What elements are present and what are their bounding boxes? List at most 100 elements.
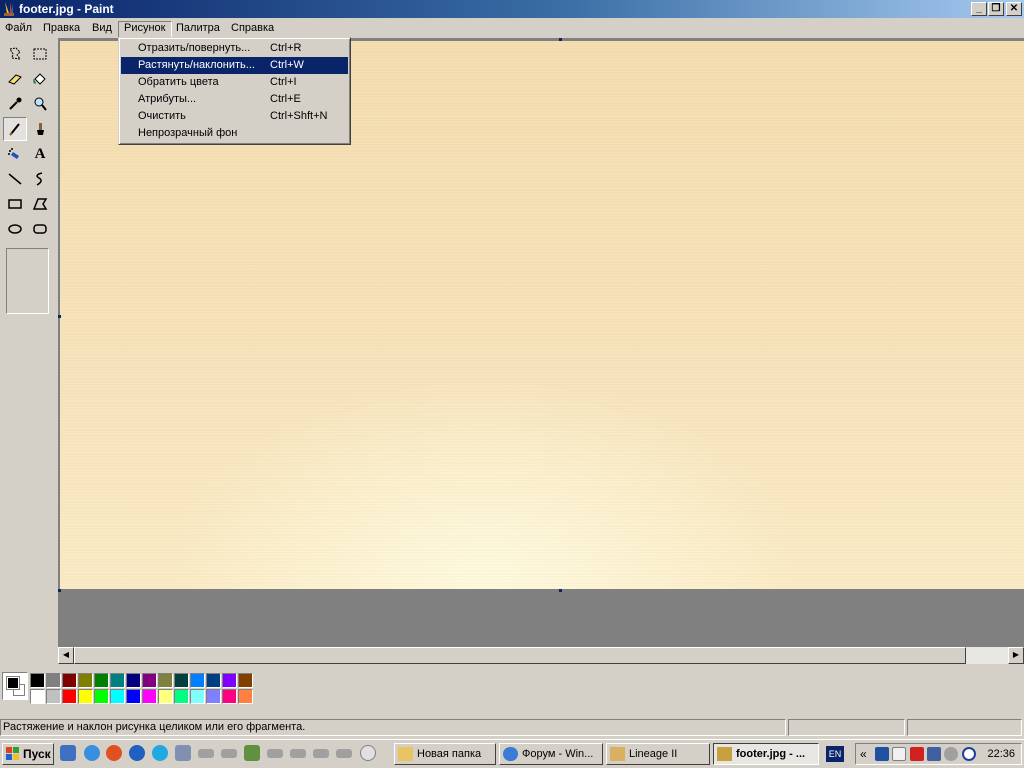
- scroll-left-button[interactable]: ◀: [58, 647, 74, 664]
- free-select-tool[interactable]: [3, 42, 27, 66]
- quicklaunch-desktop-icon[interactable]: [60, 745, 76, 761]
- text-tool[interactable]: A: [28, 142, 52, 166]
- quicklaunch-media-icon[interactable]: [129, 745, 145, 761]
- menu-palette[interactable]: Палитра: [171, 21, 225, 38]
- palette-swatch[interactable]: [46, 673, 61, 688]
- menu-image[interactable]: Рисунок: [118, 21, 172, 38]
- quicklaunch-drive-icon[interactable]: [221, 749, 237, 758]
- palette-swatch[interactable]: [238, 689, 253, 704]
- palette-swatch[interactable]: [94, 689, 109, 704]
- task-new-folder[interactable]: Новая папка: [394, 743, 496, 765]
- palette-swatch[interactable]: [158, 689, 173, 704]
- palette-swatch[interactable]: [126, 689, 141, 704]
- quicklaunch-drive-icon[interactable]: [267, 749, 283, 758]
- tray-antivirus-icon[interactable]: [910, 747, 924, 761]
- tray-shield-icon[interactable]: [875, 747, 889, 761]
- foreground-color-swatch: [6, 676, 20, 690]
- curve-tool[interactable]: [28, 167, 52, 191]
- palette-swatch[interactable]: [142, 673, 157, 688]
- tray-flag-icon[interactable]: [892, 747, 906, 761]
- palette-swatch[interactable]: [62, 689, 77, 704]
- task-lineage[interactable]: Lineage II: [606, 743, 710, 765]
- scroll-right-button[interactable]: ▶: [1008, 647, 1024, 664]
- menu-view[interactable]: Вид: [87, 21, 117, 38]
- tray-expand-chevron-icon[interactable]: «: [860, 746, 867, 763]
- resize-handle-top[interactable]: [559, 38, 562, 41]
- quicklaunch-drive-icon[interactable]: [336, 749, 352, 758]
- palette-swatch[interactable]: [62, 673, 77, 688]
- folder-icon: [398, 747, 413, 761]
- horizontal-scrollbar[interactable]: ◀ ▶: [58, 647, 1024, 664]
- rect-select-tool[interactable]: [28, 42, 52, 66]
- palette-swatch[interactable]: [126, 673, 141, 688]
- palette-swatch[interactable]: [190, 689, 205, 704]
- palette-swatch[interactable]: [158, 673, 173, 688]
- palette-swatch[interactable]: [222, 673, 237, 688]
- palette-swatch[interactable]: [46, 689, 61, 704]
- palette-swatch[interactable]: [142, 689, 157, 704]
- task-forum[interactable]: Форум - Win...: [499, 743, 603, 765]
- clock[interactable]: 22:36: [987, 746, 1015, 763]
- palette-swatch[interactable]: [78, 689, 93, 704]
- palette-swatch[interactable]: [222, 689, 237, 704]
- quicklaunch-drive-icon[interactable]: [290, 749, 306, 758]
- menu-item-opaque-background[interactable]: Непрозрачный фон: [121, 125, 348, 142]
- rounded-rectangle-tool[interactable]: [28, 217, 52, 241]
- scroll-thumb[interactable]: [74, 647, 966, 664]
- title-bar[interactable]: footer.jpg - Paint _ ❐ ✕: [0, 0, 1024, 18]
- palette-swatch[interactable]: [110, 689, 125, 704]
- rectangle-tool[interactable]: [3, 192, 27, 216]
- magnifier-tool[interactable]: [28, 92, 52, 116]
- palette-swatch[interactable]: [110, 673, 125, 688]
- color-picker-tool[interactable]: [3, 92, 27, 116]
- palette-swatch[interactable]: [174, 689, 189, 704]
- palette-swatch[interactable]: [78, 673, 93, 688]
- palette-swatch[interactable]: [30, 689, 45, 704]
- quicklaunch-browser-icon[interactable]: [106, 745, 122, 761]
- ellipse-tool[interactable]: [3, 217, 27, 241]
- palette-swatch[interactable]: [206, 689, 221, 704]
- menu-item-stretch-skew[interactable]: Растянуть/наклонить... Ctrl+W: [121, 57, 348, 74]
- menu-edit[interactable]: Правка: [38, 21, 85, 38]
- language-indicator[interactable]: EN: [826, 746, 844, 762]
- menu-file[interactable]: Файл: [0, 21, 37, 38]
- airbrush-tool[interactable]: [3, 142, 27, 166]
- tray-app-icon[interactable]: [962, 747, 976, 761]
- quicklaunch-drive-icon[interactable]: [198, 749, 214, 758]
- quicklaunch-cd-icon[interactable]: [360, 745, 376, 761]
- menu-item-clear[interactable]: Очистить Ctrl+Shft+N: [121, 108, 348, 125]
- close-button[interactable]: ✕: [1006, 2, 1022, 16]
- tool-options-box[interactable]: [6, 248, 49, 314]
- menu-item-invert-colors[interactable]: Обратить цвета Ctrl+I: [121, 74, 348, 91]
- palette-swatch[interactable]: [206, 673, 221, 688]
- line-tool[interactable]: [3, 167, 27, 191]
- resize-handle-bottom[interactable]: [559, 589, 562, 592]
- quicklaunch-drive-icon[interactable]: [313, 749, 329, 758]
- window-title: footer.jpg - Paint: [19, 2, 114, 16]
- polygon-tool[interactable]: [28, 192, 52, 216]
- menu-help[interactable]: Справка: [226, 21, 279, 38]
- brush-tool[interactable]: [28, 117, 52, 141]
- resize-handle-bottom-left[interactable]: [58, 589, 61, 592]
- restore-button[interactable]: ❐: [988, 2, 1004, 16]
- eraser-tool[interactable]: [3, 67, 27, 91]
- quicklaunch-skype-icon[interactable]: [152, 745, 168, 761]
- resize-handle-left[interactable]: [58, 315, 61, 318]
- minimize-button[interactable]: _: [971, 2, 987, 16]
- tray-volume-icon[interactable]: [944, 747, 958, 761]
- palette-swatch[interactable]: [238, 673, 253, 688]
- tray-network-icon[interactable]: [927, 747, 941, 761]
- quicklaunch-app-icon[interactable]: [175, 745, 191, 761]
- task-paint[interactable]: footer.jpg - ...: [713, 743, 819, 765]
- fill-tool[interactable]: [28, 67, 52, 91]
- pencil-tool[interactable]: [3, 117, 27, 141]
- menu-item-attributes[interactable]: Атрибуты... Ctrl+E: [121, 91, 348, 108]
- palette-swatch[interactable]: [174, 673, 189, 688]
- palette-swatch[interactable]: [190, 673, 205, 688]
- palette-swatch[interactable]: [94, 673, 109, 688]
- palette-swatch[interactable]: [30, 673, 45, 688]
- quicklaunch-ie-icon[interactable]: [84, 745, 100, 761]
- menu-item-flip-rotate[interactable]: Отразить/повернуть... Ctrl+R: [121, 40, 348, 57]
- quicklaunch-game-icon[interactable]: [244, 745, 260, 761]
- start-button[interactable]: Пуск: [2, 743, 54, 765]
